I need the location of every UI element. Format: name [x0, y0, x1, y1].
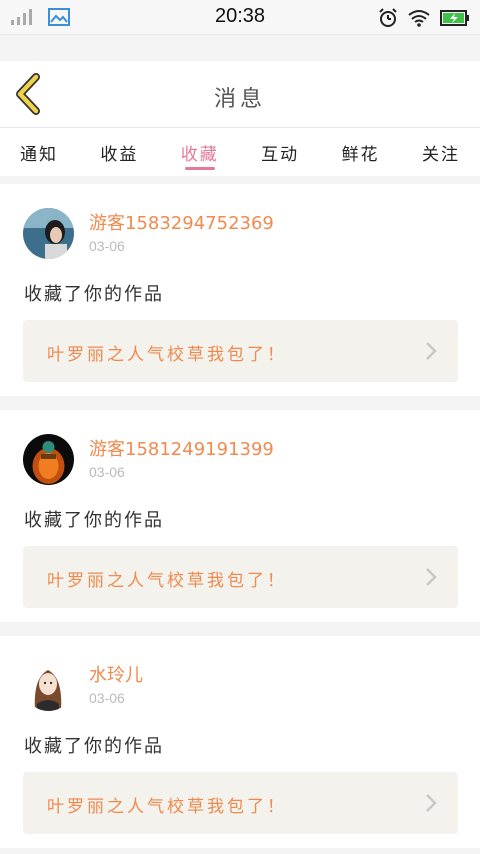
- tab-notifications[interactable]: 通知: [20, 128, 58, 176]
- message-card: 水玲儿 03-06 收藏了你的作品 叶罗丽之人气校草我包了！: [0, 636, 480, 848]
- active-tab-indicator: [184, 167, 215, 170]
- work-title: 叶罗丽之人气校草我包了！: [47, 571, 287, 591]
- work-link[interactable]: 叶罗丽之人气校草我包了！: [23, 772, 458, 834]
- spacer: [0, 35, 480, 61]
- work-title: 叶罗丽之人气校草我包了！: [47, 797, 287, 817]
- tab-label: 鲜花: [341, 145, 380, 165]
- app-header: 消息: [0, 61, 480, 128]
- tab-label: 互动: [261, 145, 300, 165]
- tab-favorites[interactable]: 收藏: [181, 128, 219, 176]
- message-date: 03-06: [89, 690, 125, 706]
- page-title: 消息: [213, 87, 266, 112]
- alarm-icon: [379, 8, 397, 27]
- tab-bar: 通知 收益 收藏 互动 鲜花 关注: [0, 128, 480, 176]
- chevron-right-icon: [426, 794, 437, 812]
- tab-label: 关注: [421, 145, 460, 165]
- message-text: 收藏了你的作品: [24, 284, 164, 305]
- message-card: 游客1583294752369 03-06 收藏了你的作品 叶罗丽之人气校草我包…: [0, 184, 480, 396]
- status-bar: 20:38: [0, 0, 480, 35]
- wifi-icon: [408, 10, 430, 27]
- work-link[interactable]: 叶罗丽之人气校草我包了！: [23, 546, 458, 608]
- username[interactable]: 游客1583294752369: [89, 209, 274, 235]
- tab-label: 通知: [20, 145, 58, 165]
- chevron-right-icon: [426, 568, 437, 586]
- tab-label: 收藏: [180, 145, 219, 165]
- username[interactable]: 游客1581249191399: [89, 435, 274, 461]
- battery-icon: [440, 10, 469, 26]
- avatar[interactable]: [23, 660, 74, 711]
- tab-flowers[interactable]: 鲜花: [342, 128, 380, 176]
- work-title: 叶罗丽之人气校草我包了！: [47, 345, 287, 365]
- tab-interactions[interactable]: 互动: [261, 128, 299, 176]
- message-card: 游客1581249191399 03-06 收藏了你的作品 叶罗丽之人气校草我包…: [0, 410, 480, 622]
- message-date: 03-06: [89, 464, 125, 480]
- tab-label: 收益: [100, 145, 139, 165]
- message-date: 03-06: [89, 238, 125, 254]
- avatar[interactable]: [23, 208, 74, 259]
- message-text: 收藏了你的作品: [24, 736, 164, 757]
- tab-following[interactable]: 关注: [422, 128, 460, 176]
- tab-earnings[interactable]: 收益: [100, 128, 138, 176]
- message-text: 收藏了你的作品: [24, 510, 164, 531]
- avatar[interactable]: [23, 434, 74, 485]
- username[interactable]: 水玲儿: [89, 661, 143, 687]
- work-link[interactable]: 叶罗丽之人气校草我包了！: [23, 320, 458, 382]
- chevron-right-icon: [426, 342, 437, 360]
